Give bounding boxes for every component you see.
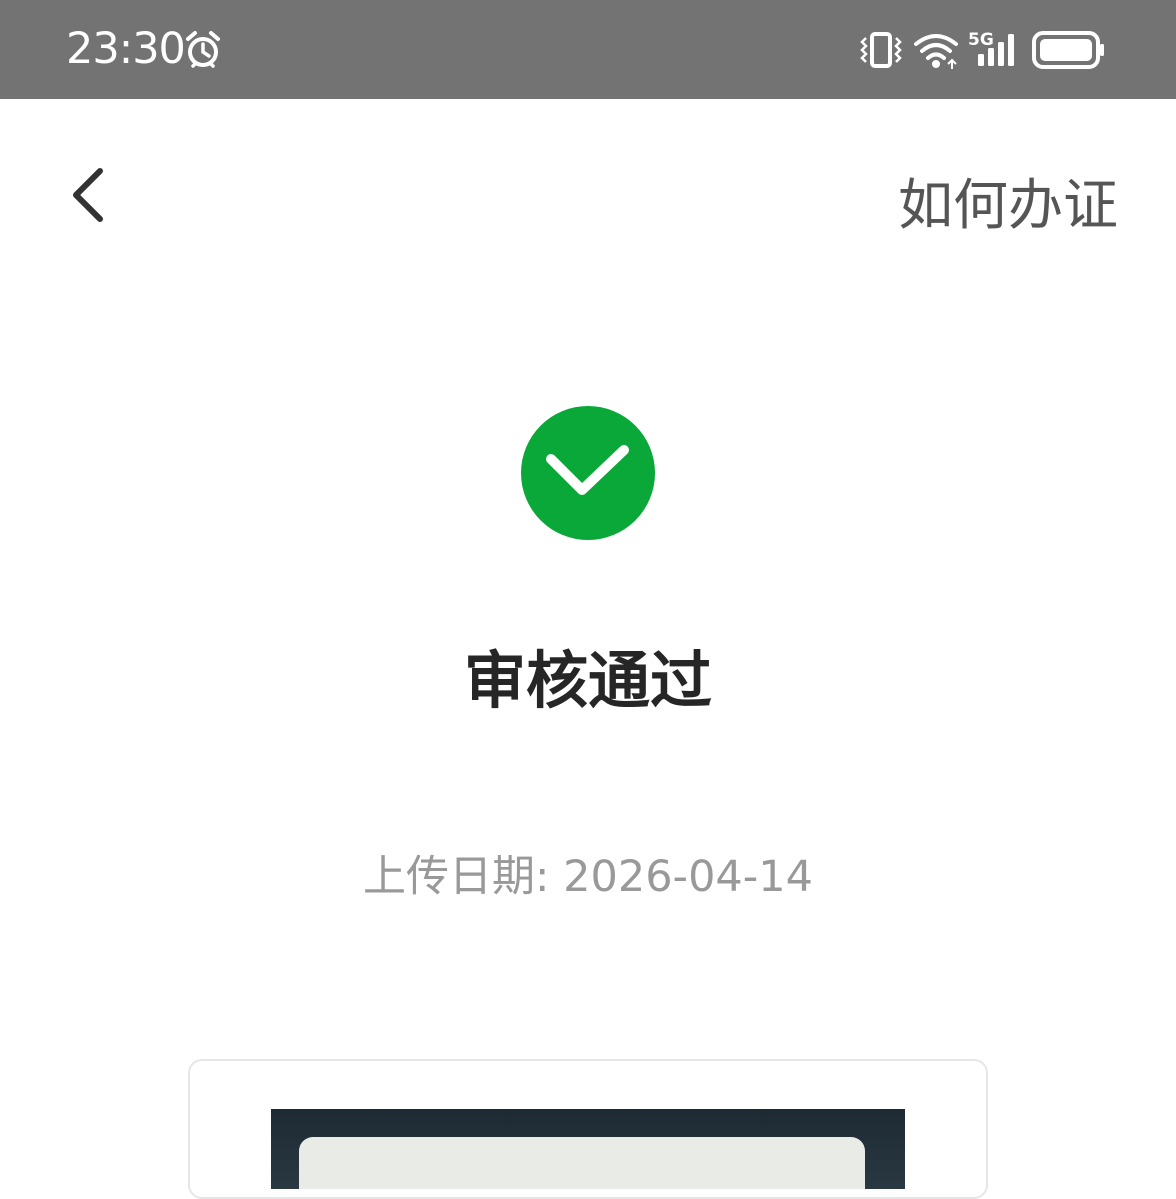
- battery-icon: [1032, 31, 1104, 69]
- vibrate-icon: [860, 32, 902, 68]
- alarm-icon: [186, 31, 220, 68]
- status-bar: 23:30 5G: [0, 0, 1176, 99]
- document-photo-card-surface: [299, 1137, 865, 1189]
- document-photo[interactable]: [271, 1109, 905, 1189]
- signal-5g-icon: 5G: [968, 30, 1022, 70]
- how-to-apply-link[interactable]: 如何办证: [898, 160, 1118, 240]
- review-status-title: 审核通过: [463, 644, 712, 717]
- wifi-icon: [914, 34, 958, 69]
- status-time: 23:30: [66, 24, 186, 74]
- upload-date: 上传日期: 2026-04-14: [362, 852, 814, 902]
- chevron-left-icon: [73, 168, 103, 222]
- back-button[interactable]: [48, 150, 128, 240]
- check-circle-icon: [521, 406, 655, 540]
